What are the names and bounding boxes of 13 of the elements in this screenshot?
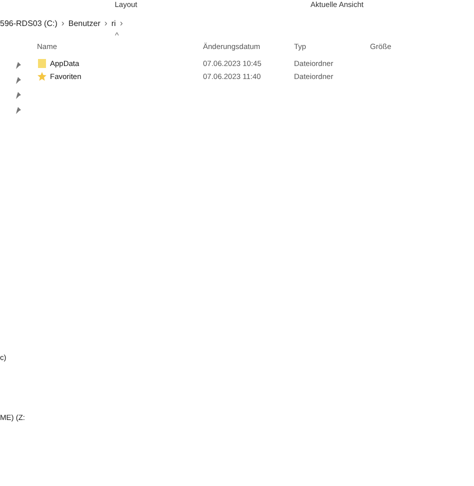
breadcrumb-item[interactable]: 596-RDS03 (C:)	[0, 18, 58, 28]
breadcrumb-separator[interactable]: ›	[104, 18, 108, 28]
breadcrumb-separator[interactable]: ›	[61, 18, 64, 28]
breadcrumb-item[interactable]: Benutzer	[68, 18, 100, 28]
sort-indicator: ^	[115, 32, 120, 40]
pin-icon	[15, 92, 21, 99]
breadcrumb-separator[interactable]: ›	[120, 18, 123, 28]
pin-icon	[15, 62, 21, 69]
star-icon	[37, 72, 47, 81]
pin-icon	[15, 77, 21, 84]
pin-icon	[15, 107, 21, 114]
breadcrumb-item[interactable]: ri	[111, 18, 116, 28]
folder-icon	[37, 59, 47, 68]
